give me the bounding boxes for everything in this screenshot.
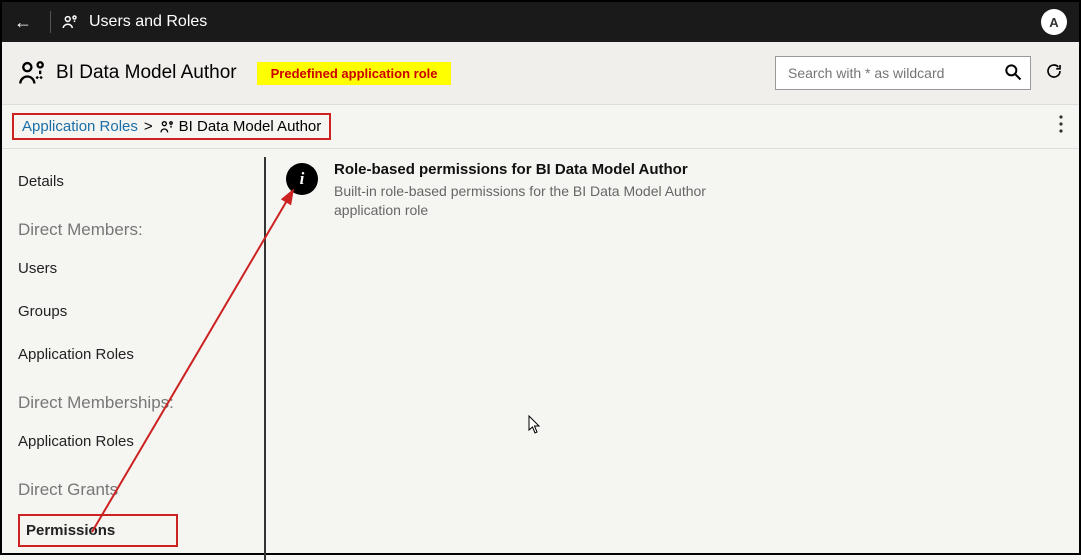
page-title: BI Data Model Author — [56, 62, 237, 84]
nav-application-roles[interactable]: Application Roles — [18, 340, 250, 369]
back-arrow-icon[interactable]: ← — [14, 12, 40, 33]
nav-permissions[interactable]: Permissions — [18, 514, 178, 547]
body: Details Direct Members: Users Groups App… — [2, 149, 1079, 560]
nav-heading-grants: Direct Grants — [18, 480, 250, 500]
permission-row[interactable]: i Role-based permissions for BI Data Mod… — [286, 161, 1059, 220]
nav-heading-memberships: Direct Memberships: — [18, 393, 250, 413]
info-icon: i — [286, 163, 318, 195]
predefined-role-badge: Predefined application role — [257, 62, 452, 85]
refresh-icon[interactable] — [1045, 62, 1063, 85]
breadcrumb-row: Application Roles > BI Data Model Author — [2, 105, 1079, 149]
role-icon — [18, 59, 46, 87]
nav-details[interactable]: Details — [18, 167, 250, 196]
top-bar-title: Users and Roles — [89, 13, 207, 31]
nav-users[interactable]: Users — [18, 254, 250, 283]
nav-groups[interactable]: Groups — [18, 297, 250, 326]
breadcrumb-root[interactable]: Application Roles — [22, 118, 138, 135]
top-bar: ← Users and Roles A — [2, 2, 1079, 42]
sidebar: Details Direct Members: Users Groups App… — [2, 149, 266, 560]
breadcrumb-role-icon — [159, 119, 175, 135]
user-avatar[interactable]: A — [1041, 9, 1067, 35]
search-box — [775, 56, 1031, 90]
nav-membership-app-roles[interactable]: Application Roles — [18, 427, 250, 456]
breadcrumb-separator: > — [144, 118, 153, 135]
header-row: BI Data Model Author Predefined applicat… — [2, 42, 1079, 105]
search-input[interactable] — [775, 56, 1031, 90]
breadcrumb-highlight: Application Roles > BI Data Model Author — [12, 113, 331, 140]
breadcrumb-current: BI Data Model Author — [179, 118, 322, 135]
users-roles-icon — [61, 13, 79, 31]
main-content: i Role-based permissions for BI Data Mod… — [266, 149, 1079, 560]
search-icon[interactable] — [1003, 62, 1023, 87]
kebab-menu-icon[interactable] — [1053, 115, 1069, 138]
divider — [50, 11, 51, 33]
nav-heading-members: Direct Members: — [18, 220, 250, 240]
permission-description: Built-in role-based permissions for the … — [334, 182, 754, 220]
permission-title: Role-based permissions for BI Data Model… — [334, 161, 754, 178]
